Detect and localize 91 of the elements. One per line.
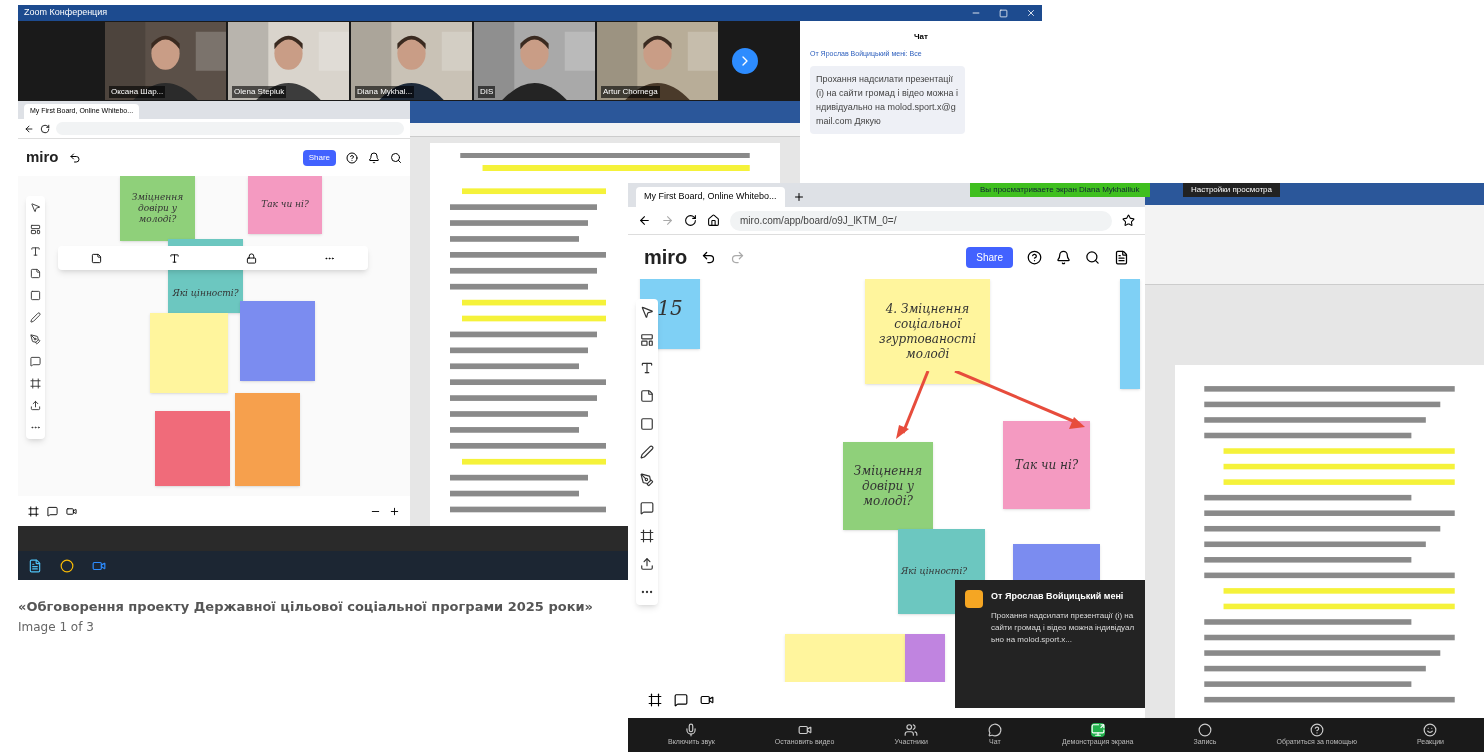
template-icon[interactable]	[30, 224, 41, 235]
comment-icon[interactable]	[674, 693, 688, 707]
upload-icon[interactable]	[640, 557, 654, 571]
sticky-note-icon[interactable]	[30, 268, 41, 279]
sticky-text: 4. Зміцнення соціальної згуртованості молоді	[877, 301, 978, 362]
template-icon[interactable]	[640, 333, 654, 347]
sticky-note[interactable]: Так чи ні?	[1003, 421, 1090, 509]
new-tab-icon[interactable]	[792, 191, 805, 203]
help-icon[interactable]	[346, 151, 358, 164]
share-button[interactable]: Share	[966, 246, 1013, 268]
star-icon[interactable]	[1122, 214, 1135, 227]
text-icon[interactable]	[640, 361, 654, 375]
pen-icon[interactable]	[640, 445, 654, 459]
camera-icon[interactable]	[700, 693, 714, 707]
upload-icon[interactable]	[30, 400, 41, 411]
zoom-in-icon[interactable]	[389, 505, 400, 517]
image-counter: Image 1 of 3	[18, 619, 95, 636]
close-icon[interactable]	[1026, 8, 1036, 18]
back-icon[interactable]	[24, 123, 34, 134]
sticky-note[interactable]: Зміцнення довіри у молоді?	[120, 176, 195, 241]
share-screen-icon[interactable]	[1090, 722, 1105, 737]
sticky-text: Так чи ні?	[1014, 457, 1079, 473]
notification-message: Прохання надсилати презентації (і) на сайти громад і відео можна індивідуально на molod.sport.x...	[991, 609, 1135, 646]
sticky-text: 15	[657, 295, 683, 321]
sticky-text: Які цінності?	[901, 565, 968, 578]
sticky-text: Які цінності?	[172, 287, 239, 299]
cursor-icon[interactable]	[30, 202, 41, 213]
reaction-icon[interactable]	[1423, 722, 1438, 737]
sticky-note-icon[interactable]	[91, 252, 103, 264]
chat-message: Прохання надсилати презентації (і) на сайти громад і відео можна індивідуально на molod.sport.x@gmail.com Дякую	[810, 65, 965, 134]
back-icon[interactable]	[638, 214, 651, 227]
pen-tool-icon[interactable]	[30, 334, 41, 345]
chat-title: Чат	[913, 31, 929, 43]
help-icon[interactable]	[1027, 249, 1042, 265]
sticky-note[interactable]: 4. Зміцнення соціальної згуртованості молоді	[865, 279, 990, 384]
window-title: Zoom Конференция	[24, 6, 108, 20]
address-bar[interactable]: miro.com/app/board/o9J_lKTM_0=/	[730, 210, 1112, 231]
sticky-text: Зміцнення довіри у молоді?	[852, 463, 924, 509]
cursor-icon[interactable]	[640, 305, 654, 319]
notification-sender: От Ярослав Войцицький мені	[991, 590, 1125, 603]
app-icon[interactable]	[28, 558, 42, 573]
comment-icon[interactable]	[30, 356, 41, 367]
participant-name: DIS	[478, 86, 496, 98]
camera-icon[interactable]	[66, 505, 77, 517]
reload-icon[interactable]	[40, 123, 50, 134]
sticky-text: Зміцнення довіри у молоді?	[130, 191, 185, 226]
lock-icon[interactable]	[246, 252, 258, 264]
frame-icon[interactable]	[640, 529, 654, 543]
sticky-note[interactable]: Зміцнення довіри у молоді?	[843, 442, 933, 530]
square-icon[interactable]	[30, 290, 41, 301]
undo-icon[interactable]	[68, 151, 81, 164]
participant-name: Artur Chornega	[601, 86, 660, 98]
chat-icon[interactable]	[987, 722, 1002, 737]
image-caption: «Обговорення проекту Державної цільової соціальної програми 2025 роки»	[18, 598, 594, 616]
bell-icon[interactable]	[368, 151, 380, 164]
home-icon[interactable]	[707, 214, 720, 227]
participant-name: Оксана Шар...	[109, 86, 166, 98]
share-button[interactable]: Share	[302, 149, 336, 166]
square-icon[interactable]	[640, 417, 654, 431]
frame-icon[interactable]	[648, 693, 662, 707]
comment-icon[interactable]	[47, 505, 58, 517]
browser-tab[interactable]: My First Board, Online Whitebo...	[636, 187, 785, 207]
sticky-note-icon[interactable]	[640, 389, 654, 403]
reload-icon[interactable]	[684, 214, 697, 227]
people-icon[interactable]	[904, 722, 919, 737]
screen-share-banner: Вы просматриваете экран Diana Mykhailiuk	[970, 183, 1150, 197]
text-icon[interactable]	[168, 252, 180, 264]
record-icon[interactable]	[1198, 722, 1212, 737]
maximize-icon[interactable]	[999, 8, 1008, 18]
participant-name: Olena Stepiuk	[232, 86, 287, 98]
sticky-note[interactable]: Так чи ні?	[248, 176, 322, 234]
document-icon[interactable]	[1114, 249, 1129, 265]
microphone-icon[interactable]	[684, 722, 699, 737]
pen-tool-icon[interactable]	[640, 473, 654, 487]
bell-icon[interactable]	[1056, 249, 1071, 265]
undo-icon[interactable]	[701, 249, 717, 265]
next-button[interactable]	[732, 48, 758, 74]
browser-icon[interactable]	[60, 558, 74, 573]
miro-logo: miro	[644, 245, 688, 270]
miro-logo: miro	[26, 147, 59, 168]
comment-icon[interactable]	[640, 501, 654, 515]
search-icon[interactable]	[390, 151, 402, 164]
search-icon[interactable]	[1085, 249, 1100, 265]
frame-icon[interactable]	[30, 378, 41, 389]
view-options-button[interactable]: Настройки просмотра	[1183, 183, 1280, 197]
sticky-text: Так чи ні?	[261, 199, 309, 211]
text-icon[interactable]	[30, 246, 41, 257]
frame-icon[interactable]	[28, 505, 39, 517]
participant-name: Diana Mykhal...	[355, 86, 415, 98]
avatar-icon	[965, 590, 983, 608]
pen-icon[interactable]	[30, 312, 41, 323]
